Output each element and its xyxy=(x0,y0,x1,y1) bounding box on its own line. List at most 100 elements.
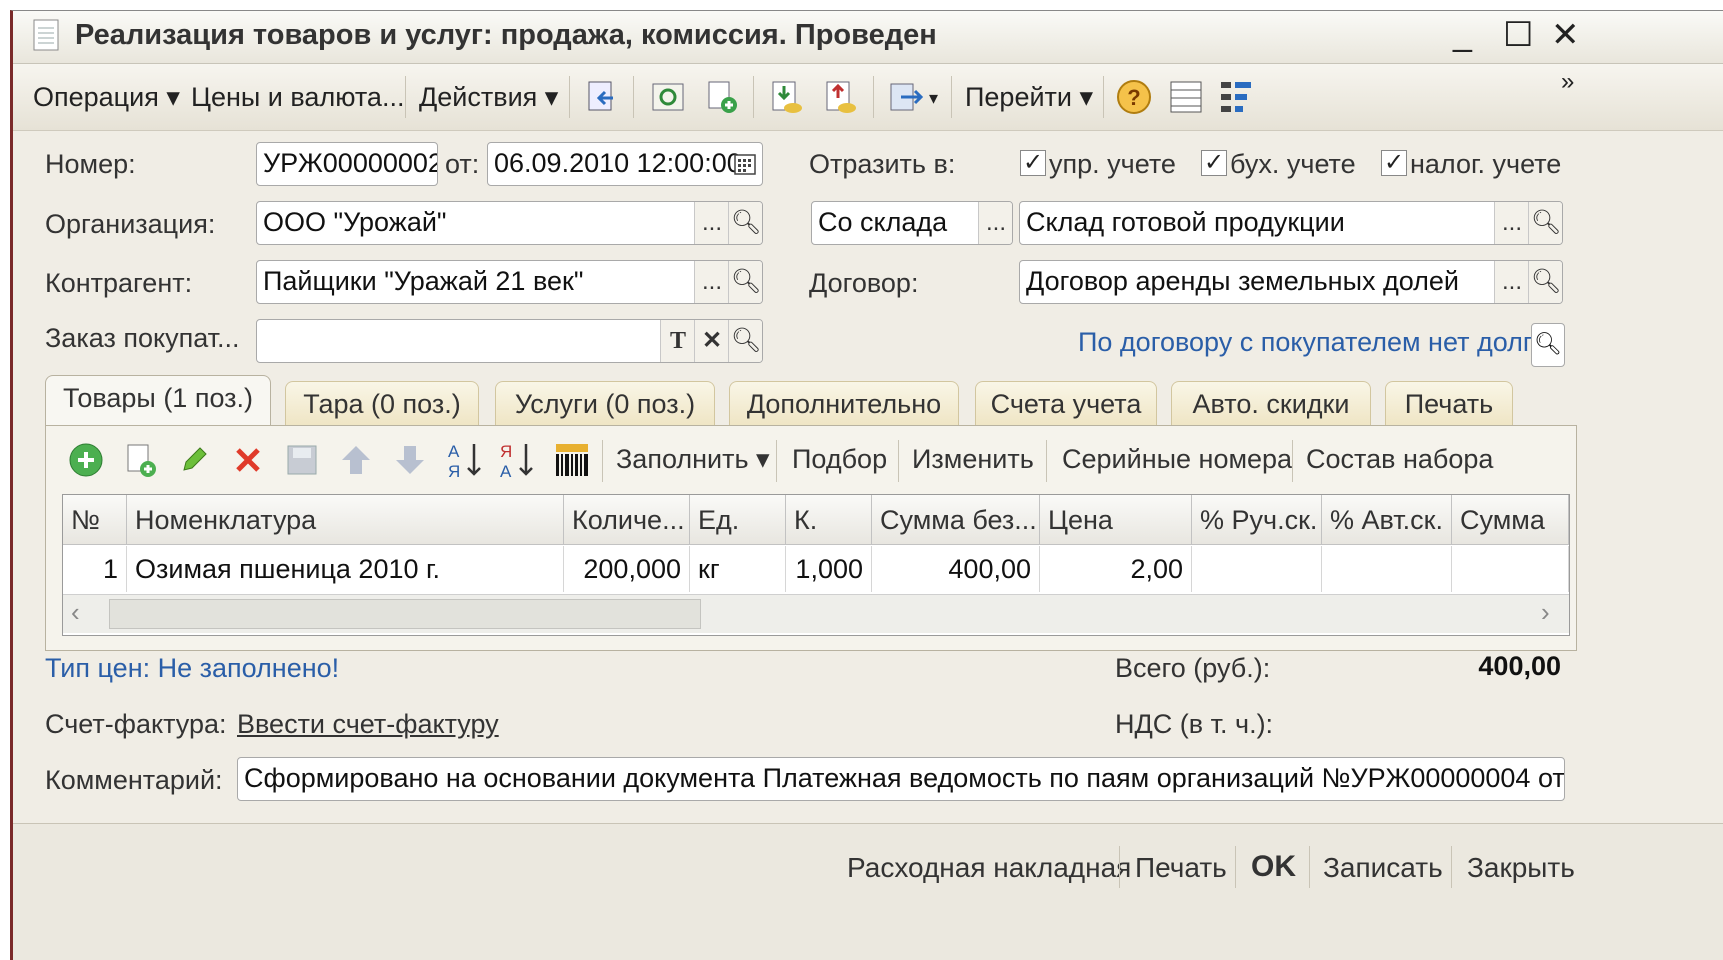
organization-field[interactable]: ООО "Урожай" ... 🔍︎ xyxy=(256,201,763,245)
contract-select-button[interactable]: ... xyxy=(1494,261,1529,303)
save-button[interactable]: Записать xyxy=(1323,852,1443,884)
scroll-left-icon[interactable]: ‹ xyxy=(71,597,80,628)
close-button[interactable]: Закрыть xyxy=(1467,852,1575,884)
cell-price[interactable]: 2,00 xyxy=(1040,546,1192,592)
search-icon[interactable]: 🔍︎ xyxy=(728,202,762,244)
comment-field[interactable]: Сформировано на основании документа Плат… xyxy=(237,757,1565,801)
column-header[interactable]: % Руч.ск. xyxy=(1192,495,1322,545)
cell-manual-discount[interactable] xyxy=(1192,546,1322,592)
search-icon[interactable]: 🔍︎ xyxy=(1528,261,1562,303)
cell-coefficient[interactable]: 1,000 xyxy=(786,546,872,592)
clear-icon[interactable]: ✕ xyxy=(694,320,729,362)
actions-menu[interactable]: Действия ▾ xyxy=(419,82,558,113)
price-type-link[interactable]: Тип цен: Не заполнено! xyxy=(45,653,339,684)
cell-auto-discount[interactable] xyxy=(1322,546,1452,592)
store-type-select-button[interactable]: ... xyxy=(978,202,1012,244)
fill-menu[interactable]: Заполнить ▾ xyxy=(616,444,770,475)
maximize-button[interactable]: ☐ xyxy=(1503,15,1533,55)
post-exit-icon[interactable] xyxy=(583,78,621,116)
column-header[interactable]: Сумма xyxy=(1452,495,1569,545)
pick-button[interactable]: Подбор xyxy=(792,444,887,475)
column-header[interactable]: № xyxy=(63,495,127,545)
tab-auto-discounts[interactable]: Авто. скидки xyxy=(1171,381,1371,426)
barcode-icon[interactable] xyxy=(552,440,592,480)
cell-row-number[interactable]: 1 xyxy=(63,546,127,592)
document-movements-icon[interactable] xyxy=(767,78,805,116)
column-header[interactable]: Ед. xyxy=(690,495,786,545)
tab-print[interactable]: Печать xyxy=(1385,381,1513,426)
contract-value: Договор аренды земельных долей xyxy=(1026,266,1460,296)
customer-order-field[interactable]: T ✕ 🔍︎ xyxy=(256,319,763,363)
end-edit-icon[interactable] xyxy=(284,442,320,478)
goto-menu[interactable]: Перейти ▾ xyxy=(965,82,1093,113)
horizontal-scrollbar[interactable]: ‹ › xyxy=(63,594,1569,633)
sort-ascending-icon[interactable]: А Я xyxy=(446,440,484,480)
waybill-button[interactable]: Расходная накладная xyxy=(847,852,1131,884)
operation-menu[interactable]: Операция ▾ xyxy=(33,82,180,113)
store-type-field[interactable]: Со склада ... xyxy=(811,201,1013,245)
cell-item[interactable]: Озимая пшеница 2010 г. xyxy=(127,546,564,592)
ok-button[interactable]: OK xyxy=(1251,850,1296,884)
delete-icon[interactable] xyxy=(230,442,266,478)
organization-select-button[interactable]: ... xyxy=(694,202,729,244)
column-header[interactable]: Номенклатура xyxy=(127,495,564,545)
text-mode-icon[interactable]: T xyxy=(660,320,695,362)
checkbox-upr[interactable]: ✓ xyxy=(1020,150,1046,176)
cell-sum[interactable] xyxy=(1452,546,1569,592)
tab-containers[interactable]: Тара (0 поз.) xyxy=(285,381,479,426)
checkbox-nalog[interactable]: ✓ xyxy=(1381,150,1407,176)
contragent-field[interactable]: Пайщики "Уражай 21 век" ... 🔍︎ xyxy=(256,260,763,304)
create-based-on-icon[interactable] xyxy=(887,78,925,116)
tab-goods[interactable]: Товары (1 поз.) xyxy=(45,375,271,426)
tab-additional[interactable]: Дополнительно xyxy=(729,381,959,426)
column-header[interactable]: % Авт.ск. xyxy=(1322,495,1452,545)
move-down-icon[interactable] xyxy=(392,442,428,478)
list-settings-icon[interactable] xyxy=(1167,78,1205,116)
tab-services[interactable]: Услуги (0 поз.) xyxy=(495,381,715,426)
cell-sum-without-discount[interactable]: 400,00 xyxy=(872,546,1040,592)
structure-view-icon[interactable] xyxy=(1217,78,1255,116)
number-field[interactable]: УРЖ00000002 xyxy=(256,142,438,186)
search-icon[interactable]: 🔍︎ xyxy=(728,320,762,362)
contract-field[interactable]: Договор аренды земельных долей ... 🔍︎ xyxy=(1019,260,1563,304)
from-label: от: xyxy=(445,149,480,179)
search-icon[interactable]: 🔍︎ xyxy=(728,261,762,303)
close-window-button[interactable]: ✕ xyxy=(1551,15,1580,55)
enter-invoice-link[interactable]: Ввести счет-фактуру xyxy=(237,709,499,740)
serial-numbers-button[interactable]: Серийные номера xyxy=(1062,444,1292,475)
move-up-icon[interactable] xyxy=(338,442,374,478)
contragent-select-button[interactable]: ... xyxy=(694,261,729,303)
checkbox-buh[interactable]: ✓ xyxy=(1201,150,1227,176)
cell-unit[interactable]: кг xyxy=(690,546,786,592)
prices-currency-button[interactable]: Цены и валюта... xyxy=(191,82,404,113)
column-header[interactable]: Количе... xyxy=(564,495,690,545)
refresh-icon[interactable] xyxy=(649,78,687,116)
toolbar-overflow-icon[interactable]: » xyxy=(1561,68,1574,96)
chevron-down-icon[interactable]: ▾ xyxy=(929,88,938,109)
add-row-icon[interactable] xyxy=(68,442,104,478)
date-field[interactable]: 06.09.2010 12:00:00 xyxy=(487,142,763,186)
search-icon[interactable]: 🔍︎ xyxy=(1531,323,1565,367)
kit-composition-button[interactable]: Состав набора xyxy=(1306,444,1493,475)
store-select-button[interactable]: ... xyxy=(1494,202,1529,244)
help-icon[interactable]: ? xyxy=(1115,78,1153,116)
copy-row-icon[interactable] xyxy=(122,442,158,478)
print-button[interactable]: Печать xyxy=(1135,852,1227,884)
debt-status-link[interactable]: По договору с покупателем нет долга xyxy=(1078,327,1547,358)
tab-accounts[interactable]: Счета учета xyxy=(975,381,1157,426)
scroll-right-icon[interactable]: › xyxy=(1541,597,1550,628)
search-icon[interactable]: 🔍︎ xyxy=(1528,202,1562,244)
column-header[interactable]: Цена xyxy=(1040,495,1192,545)
change-button[interactable]: Изменить xyxy=(912,444,1034,475)
column-header[interactable]: Сумма без... xyxy=(872,495,1040,545)
minimize-button[interactable]: _ xyxy=(1453,15,1472,54)
cell-quantity[interactable]: 200,000 xyxy=(564,546,690,592)
column-header[interactable]: К. xyxy=(786,495,872,545)
sort-descending-icon[interactable]: Я А xyxy=(498,440,536,480)
edit-pencil-icon[interactable] xyxy=(176,442,212,478)
calendar-icon[interactable] xyxy=(733,152,757,176)
scrollbar-thumb[interactable] xyxy=(109,599,701,629)
copy-doc-icon[interactable] xyxy=(703,78,741,116)
store-field[interactable]: Склад готовой продукции ... 🔍︎ xyxy=(1019,201,1563,245)
structure-icon[interactable] xyxy=(821,78,859,116)
